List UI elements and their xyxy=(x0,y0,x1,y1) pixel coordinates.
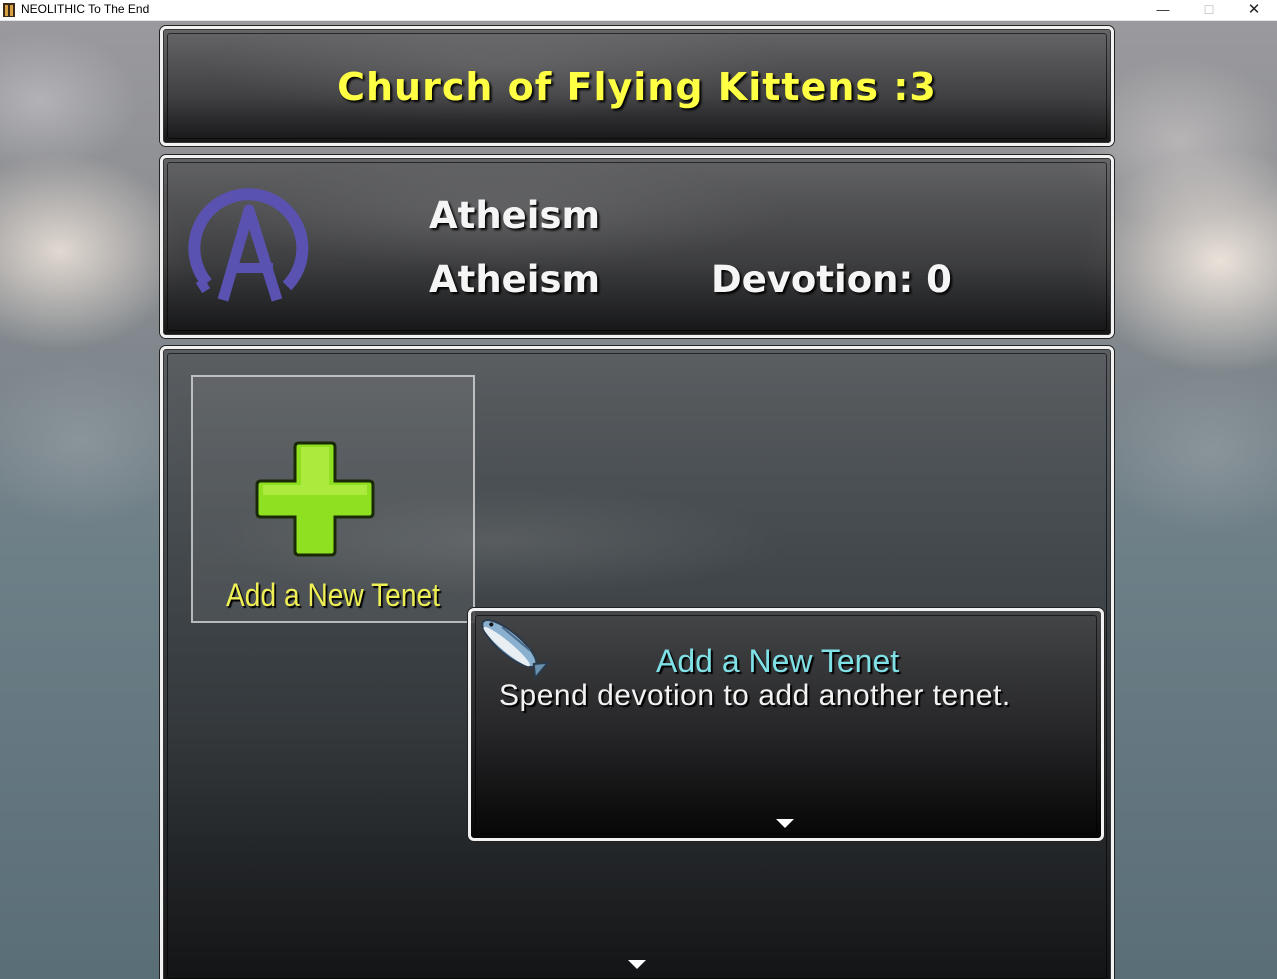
sky-background: Church of Flying Kittens :3 Atheism Athe… xyxy=(0,21,1277,979)
religion-name: Atheism xyxy=(429,194,601,237)
help-description: Spend devotion to add another tenet. xyxy=(499,679,1011,712)
help-more-arrow[interactable] xyxy=(776,819,794,828)
green-plus-icon xyxy=(255,441,375,557)
fish-cursor-icon xyxy=(481,619,550,681)
window-title: NEOLITHIC To The End xyxy=(21,2,150,16)
add-tenet-button[interactable]: Add a New Tenet xyxy=(191,375,475,623)
app-icon xyxy=(3,3,15,17)
maximize-button[interactable]: ☐ xyxy=(1186,0,1232,20)
add-tenet-label: Add a New Tenet xyxy=(226,577,440,613)
minimize-button[interactable]: — xyxy=(1140,0,1186,20)
church-title-window: Church of Flying Kittens :3 xyxy=(160,26,1114,146)
atheism-symbol-icon xyxy=(188,188,309,302)
window-titlebar: NEOLITHIC To The End — ☐ ✕ xyxy=(0,0,1277,21)
church-title: Church of Flying Kittens :3 xyxy=(337,65,937,109)
religion-type: Atheism xyxy=(429,258,601,301)
devotion-value: Devotion: 0 xyxy=(711,258,952,301)
tenet-help-window: Add a New Tenet Spend devotion to add an… xyxy=(468,608,1104,841)
scroll-down-arrow[interactable] xyxy=(628,960,646,969)
help-title: Add a New Tenet xyxy=(656,643,900,679)
religion-info-window: Atheism Atheism Devotion: 0 xyxy=(160,155,1114,338)
close-button[interactable]: ✕ xyxy=(1231,0,1277,20)
